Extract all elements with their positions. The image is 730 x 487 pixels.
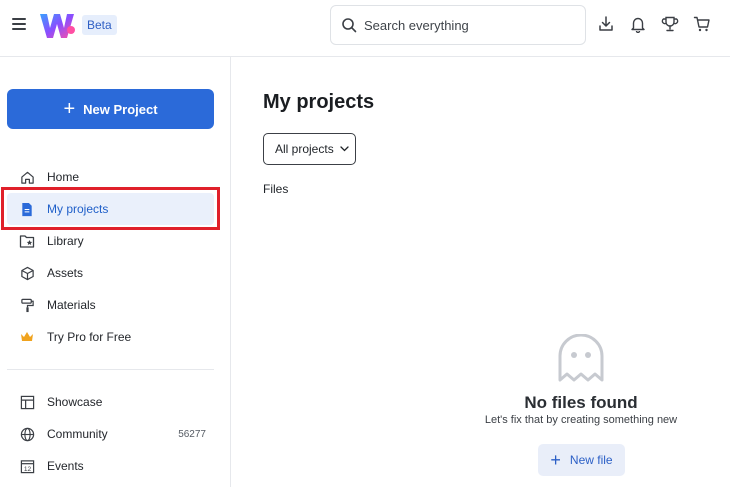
project-filter-dropdown[interactable]: All projects — [263, 133, 356, 165]
layout-icon — [19, 394, 35, 410]
chevron-down-icon — [340, 146, 349, 152]
filter-label: All projects — [275, 142, 334, 156]
sidebar-item-community[interactable]: Community 56277 — [7, 418, 214, 450]
sidebar-item-label: Events — [47, 459, 84, 473]
bell-icon[interactable] — [629, 15, 647, 33]
search-icon — [342, 18, 357, 33]
paint-roller-icon — [19, 297, 35, 313]
cube-icon — [19, 265, 35, 281]
search-input[interactable] — [364, 15, 574, 35]
main-content: My projects All projects Files No files … — [231, 57, 730, 487]
beta-badge: Beta — [82, 15, 117, 35]
top-bar: Beta — [0, 0, 730, 57]
globe-icon — [19, 426, 35, 442]
empty-state-subtitle: Let's fix that by creating something new — [484, 414, 678, 426]
trophy-icon[interactable] — [661, 15, 679, 33]
sidebar-item-events[interactable]: 12 Events — [7, 450, 214, 482]
sidebar: + New Project Home My projects Library A… — [0, 57, 231, 487]
sidebar-item-label: Home — [47, 170, 80, 184]
new-file-button[interactable]: + New file — [538, 444, 625, 476]
logo[interactable] — [38, 12, 76, 40]
sidebar-item-showcase[interactable]: Showcase — [7, 386, 214, 418]
page-title: My projects — [263, 91, 375, 113]
search-bar[interactable] — [330, 5, 586, 45]
svg-text:12: 12 — [23, 466, 31, 473]
plus-icon: + — [63, 98, 76, 120]
sidebar-item-label: Try Pro for Free — [47, 330, 132, 344]
sidebar-item-library[interactable]: Library — [7, 225, 214, 257]
sidebar-item-try-pro[interactable]: Try Pro for Free — [7, 321, 214, 353]
sidebar-item-label: Materials — [47, 298, 96, 312]
community-count: 56277 — [178, 428, 206, 440]
library-icon — [19, 233, 35, 249]
empty-state-title: No files found — [524, 393, 638, 412]
crown-icon — [19, 329, 35, 345]
cart-icon[interactable] — [693, 15, 711, 33]
home-icon — [19, 169, 35, 185]
new-project-button[interactable]: + New Project — [7, 89, 214, 129]
new-file-label: New file — [569, 453, 613, 467]
sidebar-item-materials[interactable]: Materials — [7, 289, 214, 321]
sidebar-item-assets[interactable]: Assets — [7, 257, 214, 289]
files-section-label: Files — [263, 182, 289, 196]
download-icon[interactable] — [597, 15, 615, 33]
hamburger-menu-icon[interactable] — [12, 18, 26, 30]
sidebar-item-label: Library — [47, 234, 84, 248]
sidebar-divider — [7, 369, 214, 370]
sidebar-item-label: Community — [47, 427, 108, 441]
plus-icon: + — [550, 450, 561, 470]
sidebar-item-label: Assets — [47, 266, 84, 280]
ghost-icon — [558, 334, 604, 382]
new-project-label: New Project — [83, 101, 158, 117]
selection-highlight — [1, 187, 220, 230]
sidebar-item-label: Showcase — [47, 395, 103, 409]
calendar-icon: 12 — [19, 458, 35, 474]
